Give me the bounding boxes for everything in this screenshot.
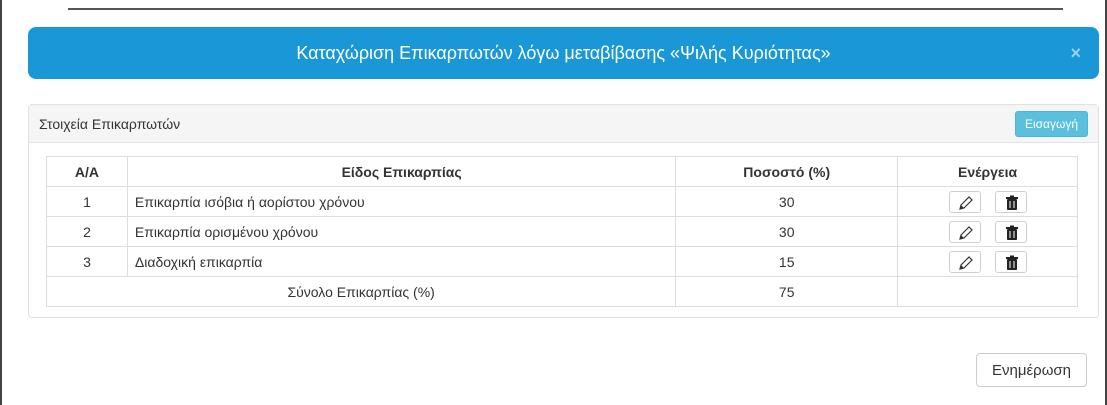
delete-button[interactable] bbox=[994, 250, 1027, 273]
pencil-icon bbox=[958, 195, 973, 210]
edit-button[interactable] bbox=[948, 220, 981, 243]
trash-icon bbox=[1005, 225, 1018, 240]
column-header-type: Είδος Επικαρπίας bbox=[126, 156, 677, 187]
table-row: 1 Επικαρπία ισόβια ή αορίστου χρόνου 30 bbox=[46, 186, 1078, 217]
column-header-action: Ενέργεια bbox=[897, 156, 1078, 187]
row-number: 3 bbox=[46, 246, 128, 277]
panel-heading: Στοιχεία Επικαρπωτών Εισαγωγή bbox=[29, 105, 1098, 143]
delete-button[interactable] bbox=[994, 220, 1027, 243]
edit-button[interactable] bbox=[948, 190, 981, 213]
modal-title: Καταχώριση Επικαρπωτών λόγω μεταβίβασης … bbox=[296, 43, 831, 63]
column-header-aa: Α/Α bbox=[46, 156, 128, 187]
row-actions bbox=[897, 216, 1078, 247]
pencil-icon bbox=[958, 225, 973, 240]
row-actions bbox=[897, 186, 1078, 217]
table-row: 2 Επικαρπία ορισμένου χρόνου 30 bbox=[46, 216, 1078, 247]
underlying-window-edge bbox=[68, 0, 1063, 10]
total-percent: 75 bbox=[675, 276, 899, 307]
total-label: Σύνολο Επικαρπίας (%) bbox=[45, 276, 677, 307]
usufruct-percent: 30 bbox=[675, 216, 899, 247]
usufruct-modal: Καταχώριση Επικαρπωτών λόγω μεταβίβασης … bbox=[10, 12, 1105, 405]
usufruct-table: Α/Α Είδος Επικαρπίας Ποσοστό (%) Ενέργει… bbox=[45, 156, 1078, 307]
usufruct-type: Επικαρπία ορισμένου χρόνου bbox=[126, 216, 677, 247]
trash-icon bbox=[1005, 195, 1018, 210]
row-actions bbox=[897, 246, 1078, 277]
usufruct-type: Επικαρπία ισόβια ή αορίστου χρόνου bbox=[126, 186, 677, 217]
usufruct-percent: 30 bbox=[675, 186, 899, 217]
update-button[interactable]: Ενημέρωση bbox=[976, 353, 1087, 387]
delete-button[interactable] bbox=[994, 190, 1027, 213]
table-row: 3 Διαδοχική επικαρπία 15 bbox=[46, 246, 1078, 277]
beneficiaries-panel: Στοιχεία Επικαρπωτών Εισαγωγή Α/Α Είδος … bbox=[28, 104, 1099, 318]
edit-button[interactable] bbox=[948, 250, 981, 273]
column-header-percent: Ποσοστό (%) bbox=[675, 156, 899, 187]
table-header-row: Α/Α Είδος Επικαρπίας Ποσοστό (%) Ενέργει… bbox=[46, 156, 1078, 187]
total-empty-cell bbox=[897, 276, 1078, 307]
close-icon[interactable]: × bbox=[1070, 27, 1081, 79]
trash-icon bbox=[1005, 255, 1018, 270]
usufruct-type: Διαδοχική επικαρπία bbox=[126, 246, 677, 277]
insert-button[interactable]: Εισαγωγή bbox=[1014, 111, 1088, 137]
usufruct-percent: 15 bbox=[675, 246, 899, 277]
row-number: 2 bbox=[46, 216, 128, 247]
panel-title: Στοιχεία Επικαρπωτών bbox=[39, 116, 181, 132]
modal-header: Καταχώριση Επικαρπωτών λόγω μεταβίβασης … bbox=[28, 27, 1099, 79]
pencil-icon bbox=[958, 255, 973, 270]
row-number: 1 bbox=[46, 186, 128, 217]
window-left-border bbox=[0, 0, 2, 405]
total-row: Σύνολο Επικαρπίας (%) 75 bbox=[45, 276, 1078, 307]
